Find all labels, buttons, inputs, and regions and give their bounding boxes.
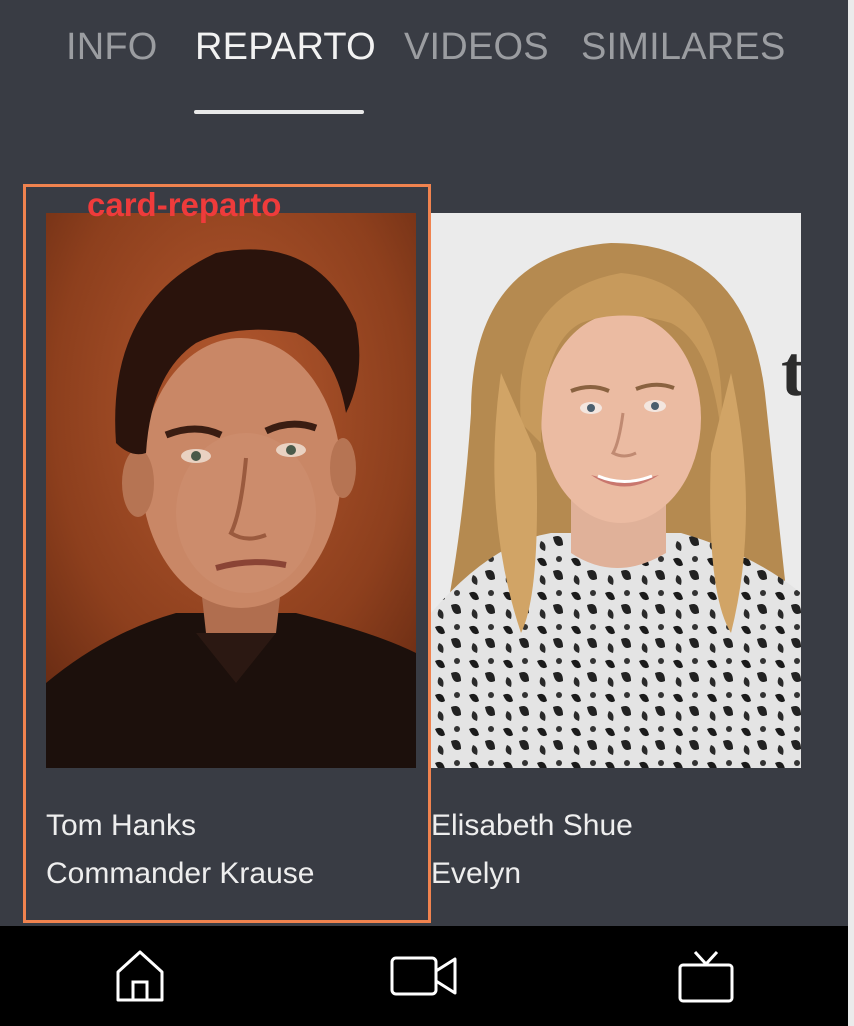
tab-bar: INFO REPARTO VIDEOS SIMILARES bbox=[0, 20, 848, 114]
svg-text:t: t bbox=[781, 331, 801, 411]
card-highlight-label: card-reparto bbox=[87, 186, 282, 223]
tab-reparto[interactable]: REPARTO bbox=[195, 26, 376, 69]
character-name: Evelyn bbox=[431, 857, 522, 890]
actor-photo: t bbox=[431, 213, 801, 768]
cast-card[interactable]: Tom Hanks Commander Krause bbox=[46, 213, 416, 919]
home-icon bbox=[114, 948, 166, 1004]
nav-videos-button[interactable] bbox=[384, 944, 464, 1008]
tab-videos[interactable]: VIDEOS bbox=[404, 26, 549, 69]
tab-similares[interactable]: SIMILARES bbox=[581, 26, 786, 69]
nav-tv-button[interactable] bbox=[666, 944, 746, 1008]
bottom-nav bbox=[0, 926, 848, 1026]
active-tab-indicator bbox=[194, 110, 364, 114]
actor-name: Elisabeth Shue bbox=[431, 809, 633, 842]
nav-home-button[interactable] bbox=[100, 944, 180, 1008]
tab-info[interactable]: INFO bbox=[66, 26, 158, 69]
cast-card[interactable]: t Elisabeth Shue Evelyn bbox=[431, 213, 801, 919]
actor-name: Tom Hanks bbox=[46, 809, 197, 842]
character-name: Commander Krause bbox=[46, 857, 315, 890]
app-screen: INFO REPARTO VIDEOS SIMILARES Tom Hanks … bbox=[0, 0, 848, 1026]
video-camera-icon bbox=[389, 953, 459, 999]
tv-icon bbox=[677, 948, 735, 1004]
actor-photo bbox=[46, 213, 416, 768]
